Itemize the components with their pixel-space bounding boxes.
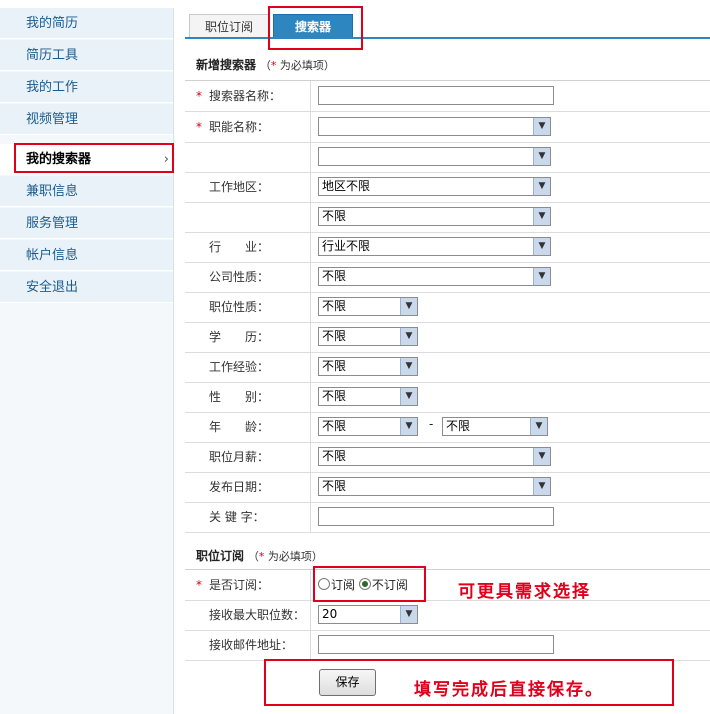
row-experience: 工作经验： 不限 ▼	[185, 352, 710, 383]
age-to-select[interactable]: 不限 ▼	[442, 417, 548, 436]
tab-job-subscription[interactable]: 职位订阅	[189, 14, 269, 38]
required-star: *	[196, 89, 202, 103]
function-name-select[interactable]: ▼	[318, 117, 551, 136]
chevron-down-icon: ▼	[533, 478, 550, 495]
annotation-choose: 可更具需求选择	[458, 582, 591, 602]
section-title-text: 新增搜索器	[196, 58, 257, 72]
required-note: （* 为必填项）	[247, 550, 323, 563]
gender-select[interactable]: 不限 ▼	[318, 387, 418, 406]
row-keyword: 关 键 字：	[185, 502, 710, 533]
row-industry: 行 业： 行业不限 ▼	[185, 232, 710, 263]
job-type-select[interactable]: 不限 ▼	[318, 297, 418, 316]
sidebar-item-resume-tools[interactable]: 简历工具	[0, 40, 173, 71]
required-star: *	[196, 578, 202, 592]
label-searcher-name: 搜索器名称：	[209, 89, 282, 103]
label-industry: 行 业：	[209, 240, 270, 254]
row-max-jobs: 接收最大职位数： 20 ▼	[185, 600, 710, 631]
row-job-type: 职位性质： 不限 ▼	[185, 292, 710, 323]
radio-highlight-box	[313, 566, 426, 602]
row-searcher-name: * 搜索器名称：	[185, 81, 710, 112]
work-area-select-2[interactable]: 不限 ▼	[318, 207, 551, 226]
chevron-down-icon: ▼	[533, 238, 550, 255]
chevron-down-icon: ▼	[400, 358, 417, 375]
sidebar-item-video[interactable]: 视频管理	[0, 104, 173, 135]
section-subscription-title: 职位订阅 （* 为必填项）	[196, 547, 323, 564]
tab-bar: 职位订阅 搜索器	[185, 8, 710, 39]
row-subscribe: * 是否订阅： 订阅 不订阅	[185, 570, 710, 601]
subscription-form: * 是否订阅： 订阅 不订阅 接收最大职位数： 20 ▼ 接收邮件地址：	[185, 569, 710, 661]
chevron-down-icon: ▼	[530, 418, 547, 435]
chevron-down-icon: ▼	[533, 208, 550, 225]
label-education: 学 历：	[209, 330, 270, 344]
tab-baseline	[185, 37, 710, 39]
searcher-name-input[interactable]	[318, 86, 554, 105]
function-name-select-2[interactable]: ▼	[318, 147, 551, 166]
max-jobs-select[interactable]: 20 ▼	[318, 605, 418, 624]
work-area-select[interactable]: 地区不限 ▼	[318, 177, 551, 196]
sidebar-item-service[interactable]: 服务管理	[0, 208, 173, 239]
label-salary: 职位月薪：	[209, 450, 270, 464]
searcher-form: * 搜索器名称： * 职能名称： ▼ ▼ 工作地区： 地区不限 ▼ 不限 ▼ 行 业： …	[185, 80, 710, 533]
chevron-down-icon: ▼	[533, 178, 550, 195]
row-age: 年 龄： 不限 ▼ - 不限 ▼	[185, 412, 710, 443]
label-experience: 工作经验：	[209, 360, 270, 374]
row-email: 接收邮件地址：	[185, 630, 710, 661]
label-function-name: 职能名称：	[209, 120, 270, 134]
sidebar-item-part-time[interactable]: 兼职信息	[0, 176, 173, 207]
chevron-down-icon: ▼	[533, 268, 550, 285]
row-function-name-2: ▼	[185, 142, 710, 173]
keyword-input[interactable]	[318, 507, 554, 526]
chevron-down-icon: ▼	[533, 448, 550, 465]
education-select[interactable]: 不限 ▼	[318, 327, 418, 346]
label-keyword: 关 键 字：	[209, 510, 265, 524]
label-max-jobs: 接收最大职位数：	[209, 608, 306, 622]
label-company-type: 公司性质：	[209, 270, 270, 284]
chevron-down-icon: ▼	[400, 388, 417, 405]
chevron-down-icon: ▼	[533, 148, 550, 165]
row-education: 学 历： 不限 ▼	[185, 322, 710, 353]
industry-select[interactable]: 行业不限 ▼	[318, 237, 551, 256]
save-button[interactable]: 保存	[319, 669, 376, 696]
label-gender: 性 别：	[209, 390, 270, 404]
label-age: 年 龄：	[209, 420, 270, 434]
sidebar-highlight-box	[14, 143, 174, 173]
row-work-area: 工作地区： 地区不限 ▼	[185, 172, 710, 203]
publish-date-select[interactable]: 不限 ▼	[318, 477, 551, 496]
tab-highlight-box	[268, 6, 363, 50]
chevron-down-icon: ▼	[400, 418, 417, 435]
row-gender: 性 别： 不限 ▼	[185, 382, 710, 413]
sidebar: 我的简历 简历工具 我的工作 视频管理 我的搜索器 › 兼职信息 服务管理 帐户…	[0, 8, 174, 714]
section-new-searcher-title: 新增搜索器 （* 为必填项）	[196, 56, 335, 73]
chevron-down-icon: ▼	[533, 118, 550, 135]
email-input[interactable]	[318, 635, 554, 654]
sidebar-item-logout[interactable]: 安全退出	[0, 272, 173, 303]
sidebar-item-my-work[interactable]: 我的工作	[0, 72, 173, 103]
experience-select[interactable]: 不限 ▼	[318, 357, 418, 376]
row-publish-date: 发布日期： 不限 ▼	[185, 472, 710, 503]
row-company-type: 公司性质： 不限 ▼	[185, 262, 710, 293]
chevron-down-icon: ▼	[400, 328, 417, 345]
row-salary: 职位月薪： 不限 ▼	[185, 442, 710, 473]
chevron-down-icon: ▼	[400, 606, 417, 623]
required-note: （* 为必填项）	[259, 59, 335, 72]
row-work-area-2: 不限 ▼	[185, 202, 710, 233]
label-work-area: 工作地区：	[209, 180, 270, 194]
chevron-down-icon: ▼	[400, 298, 417, 315]
salary-select[interactable]: 不限 ▼	[318, 447, 551, 466]
sidebar-item-account[interactable]: 帐户信息	[0, 240, 173, 271]
company-type-select[interactable]: 不限 ▼	[318, 267, 551, 286]
label-subscribe: 是否订阅：	[209, 578, 270, 592]
label-job-type: 职位性质：	[209, 300, 270, 314]
label-publish-date: 发布日期：	[209, 480, 270, 494]
section-title-text: 职位订阅	[196, 549, 245, 563]
row-function-name: * 职能名称： ▼	[185, 112, 710, 143]
age-separator: -	[429, 417, 434, 431]
annotation-save: 填写完成后直接保存。	[414, 680, 604, 700]
sidebar-item-my-resume[interactable]: 我的简历	[0, 8, 173, 39]
age-from-select[interactable]: 不限 ▼	[318, 417, 418, 436]
label-email: 接收邮件地址：	[209, 638, 294, 652]
required-star: *	[196, 120, 202, 134]
